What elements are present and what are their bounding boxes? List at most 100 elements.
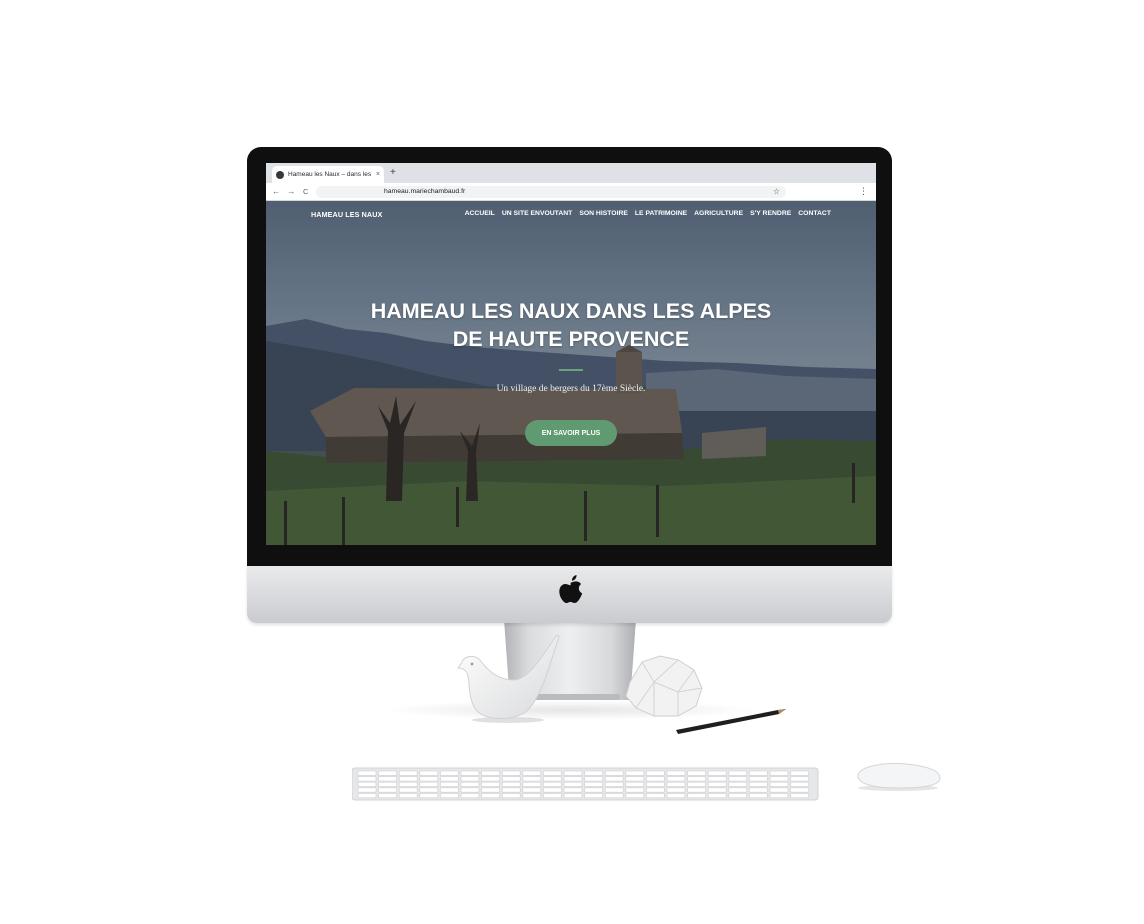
keyboard-key (604, 781, 624, 787)
keyboard-key (419, 781, 439, 787)
keyboard-key (707, 776, 727, 782)
keyboard (352, 767, 819, 801)
keyboard-key (440, 793, 459, 799)
pencil (676, 709, 786, 734)
keyboard-key (357, 787, 377, 793)
keyboard-key (481, 781, 500, 787)
keyboard-key (584, 776, 603, 782)
keyboard-key (584, 787, 603, 793)
keyboard-key (749, 793, 768, 799)
keyboard-key (522, 793, 542, 799)
keyboard-key (707, 793, 727, 799)
keyboard-key (460, 781, 480, 787)
keyboard-key (357, 776, 377, 782)
keyboard-key (728, 770, 748, 776)
keyboard-key (625, 776, 645, 782)
keyboard-key (584, 781, 603, 787)
nav-item-accueil[interactable]: ACCUEIL (465, 210, 495, 217)
keyboard-key (563, 793, 583, 799)
nav-item-agriculture[interactable]: AGRICULTURE (694, 210, 743, 217)
keyboard-key (378, 787, 397, 793)
mouse (857, 763, 941, 791)
keyboard-key (357, 770, 377, 776)
keyboard-key (501, 781, 521, 787)
keyboard-key (687, 787, 706, 793)
keyboard-key (398, 787, 418, 793)
keyboard-key (769, 776, 789, 782)
tab-title: Hameau les Naux – dans les alpes (288, 171, 373, 178)
keyboard-key (440, 781, 459, 787)
nav-item-un-site-envoutant[interactable]: UN SITE ENVOUTANT (502, 210, 573, 217)
keyboard-key (481, 776, 500, 782)
back-button[interactable]: ← (272, 186, 281, 197)
keyboard-key (419, 770, 439, 776)
keyboard-key (501, 787, 521, 793)
keyboard-key (666, 793, 686, 799)
keyboard-key (522, 770, 542, 776)
keyboard-key (728, 781, 748, 787)
keyboard-key (790, 793, 809, 799)
url-text[interactable]: hameau.mariechambaud.fr (384, 186, 465, 198)
hero-title: HAMEAU LES NAUX DANS LES ALPES DE HAUTE … (266, 297, 876, 353)
keyboard-key (790, 770, 809, 776)
nav-item-le-patrimoine[interactable]: LE PATRIMOINE (635, 210, 687, 217)
keyboard-key (378, 781, 397, 787)
keyboard-key (625, 787, 645, 793)
keyboard-key (543, 776, 562, 782)
keyboard-key (666, 787, 686, 793)
keyboard-key (501, 793, 521, 799)
reload-button[interactable]: C (303, 186, 308, 197)
tab-close-icon[interactable]: × (376, 171, 380, 178)
keyboard-key (769, 793, 789, 799)
keyboard-key (666, 776, 686, 782)
keyboard-key (460, 776, 480, 782)
keyboard-key (666, 770, 686, 776)
keyboard-key (543, 781, 562, 787)
keyboard-key (357, 793, 377, 799)
keyboard-key (707, 770, 727, 776)
site-brand[interactable]: HAMEAU LES NAUX (311, 210, 382, 219)
keyboard-key (625, 781, 645, 787)
keyboard-key (398, 793, 418, 799)
keyboard-key (460, 787, 480, 793)
nav-item-son-histoire[interactable]: SON HISTOIRE (579, 210, 628, 217)
en-savoir-plus-button[interactable]: EN SAVOIR PLUS (525, 420, 617, 446)
keyboard-key (625, 793, 645, 799)
keyboard-key (398, 770, 418, 776)
keyboard-key (749, 781, 768, 787)
keyboard-key (357, 781, 377, 787)
keyboard-key (666, 781, 686, 787)
keyboard-key (419, 776, 439, 782)
browser-tab-bar: Hameau les Naux – dans les alpes × + (266, 163, 876, 183)
keyboard-key (646, 770, 665, 776)
keyboard-key (687, 781, 706, 787)
keyboard-key (563, 770, 583, 776)
keyboard-key (769, 770, 789, 776)
keyboard-key (625, 770, 645, 776)
keyboard-key (769, 781, 789, 787)
keyboard-key (604, 787, 624, 793)
keyboard-key (481, 770, 500, 776)
keyboard-key (563, 787, 583, 793)
hero-overlay (266, 201, 876, 545)
bookmark-star-icon[interactable]: ☆ (773, 186, 780, 198)
keyboard-key (790, 787, 809, 793)
browser-menu-icon[interactable]: ⋮ (859, 185, 868, 197)
nav-item-sy-rendre[interactable]: S'Y RENDRE (750, 210, 791, 217)
keyboard-key (563, 781, 583, 787)
keyboard-key (728, 787, 748, 793)
browser-tab[interactable]: Hameau les Naux – dans les alpes × (272, 166, 384, 183)
new-tab-button[interactable]: + (390, 167, 396, 179)
nav-item-contact[interactable]: CONTACT (798, 210, 831, 217)
keyboard-key (419, 787, 439, 793)
keyboard-key (378, 776, 397, 782)
keyboard-key (646, 787, 665, 793)
forward-button[interactable]: → (287, 186, 296, 197)
keyboard-key (501, 776, 521, 782)
keyboard-key (378, 770, 397, 776)
keyboard-key (460, 770, 480, 776)
hero-divider (559, 369, 583, 371)
hero-section: HAMEAU LES NAUX ACCUEIL UN SITE ENVOUTAN… (266, 201, 876, 545)
address-bar[interactable]: hameau.mariechambaud.fr ☆ (316, 186, 786, 198)
keyboard-key (769, 787, 789, 793)
